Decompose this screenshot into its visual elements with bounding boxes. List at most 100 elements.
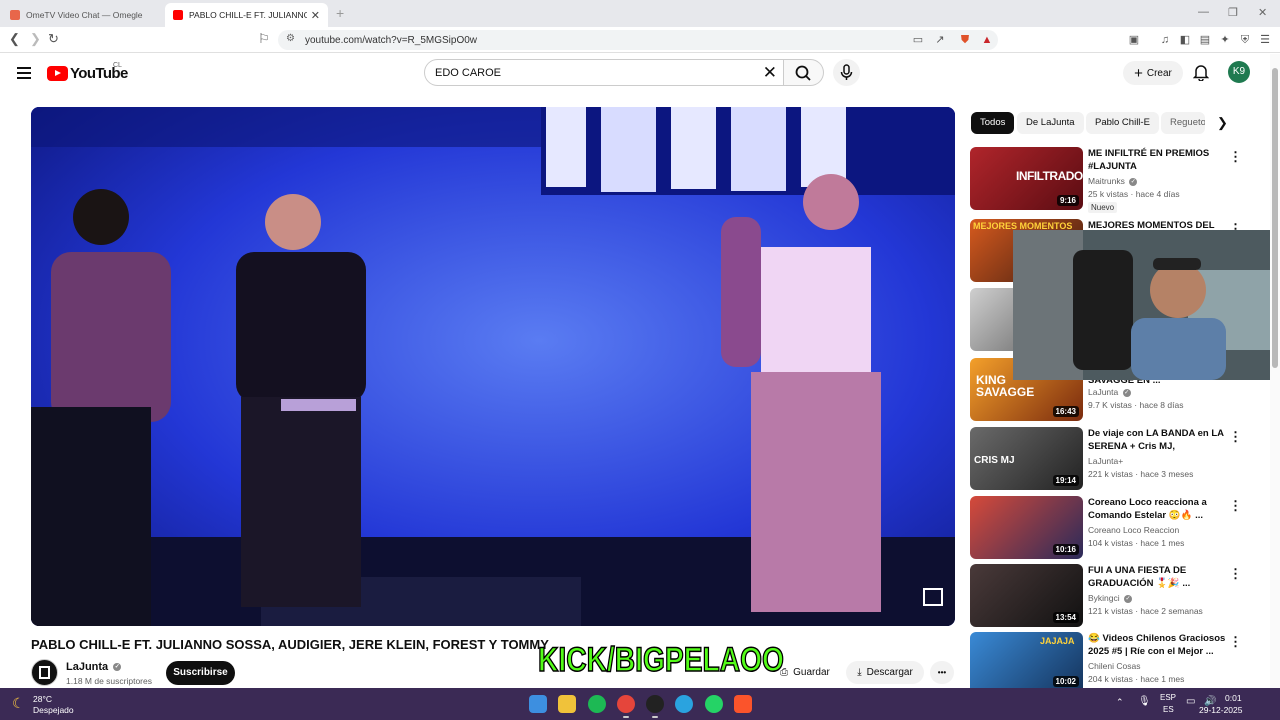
channel-name: Coreano Loco Reaccion (1088, 525, 1180, 535)
menu-icon[interactable]: ☰ (1258, 33, 1272, 47)
telegram-icon[interactable] (675, 695, 693, 713)
restore-icon[interactable]: ❐ (1228, 6, 1238, 19)
verified-icon: ✓ (113, 663, 122, 672)
cast-icon[interactable]: ▭ (911, 33, 925, 47)
file-explorer-icon[interactable] (558, 695, 576, 713)
close-tab-icon[interactable]: ✕ (311, 9, 320, 22)
video-player[interactable] (31, 107, 955, 626)
forward-icon[interactable]: ❯ (30, 31, 41, 47)
active-app-indicator (652, 716, 658, 718)
video-thumbnail: 13:54 (970, 564, 1083, 627)
share-icon[interactable]: ↗ (933, 33, 947, 47)
video-thumbnail: 10:16 (970, 496, 1083, 559)
weather-moon-icon[interactable]: ☾ (12, 695, 25, 712)
chip-de-lajunta[interactable]: De LaJunta (1017, 112, 1084, 134)
chrome-icon[interactable] (617, 695, 635, 713)
thumbnail-text: INFILTRADO (1016, 169, 1083, 183)
video-meta: 204 k vistas · hace 1 mes (1088, 674, 1185, 684)
verified-icon: ✓ (1122, 388, 1131, 397)
channel-name-text: LaJunta (1088, 387, 1119, 397)
guide-menu-icon[interactable] (17, 67, 31, 82)
chip-pablo-chill-e[interactable]: Pablo Chill-E (1086, 112, 1159, 134)
whatsapp-icon[interactable] (705, 695, 723, 713)
address-toolbar: ❮ ❯ ↻ ⚐ ⚙ youtube.com/watch?v=R_5MGSipO0… (0, 27, 1280, 53)
notifications-bell-icon[interactable] (1193, 64, 1209, 81)
youtube-masthead: YouTube CL EDO CAROE ✕ + Crear K9 (0, 54, 1270, 92)
scrollbar-thumb[interactable] (1272, 68, 1278, 368)
more-options-icon[interactable]: ⋮ (1229, 498, 1242, 514)
download-button[interactable]: ⤓ Descargar (846, 661, 924, 684)
wallet-icon[interactable]: ▤ (1198, 33, 1212, 47)
save-label: Guardar (793, 667, 830, 678)
chip-todos[interactable]: Todos (971, 112, 1015, 134)
vpn-icon[interactable]: ⛨ (1238, 33, 1252, 47)
input-language[interactable]: ESP (1160, 693, 1176, 702)
youtube-favicon-icon (173, 10, 183, 20)
chip-regueton[interactable]: Regueto (1161, 112, 1205, 134)
bookmark-icon[interactable]: ⚐ (258, 31, 270, 47)
kick-overlay-text: KICK/BIGPELAOO (538, 641, 784, 678)
clock-time[interactable]: 0:01 (1225, 693, 1242, 703)
new-tab-icon[interactable]: + (336, 5, 344, 21)
split-view-icon[interactable]: ◧ (1178, 33, 1192, 47)
recommended-video[interactable]: INFILTRADO 9:16 ME INFILTRÉ EN PREMIOS #… (970, 147, 1270, 213)
sidebar-panel-icon[interactable]: ▣ (1127, 33, 1141, 47)
more-options-icon[interactable]: ⋮ (1229, 634, 1242, 650)
more-actions-button[interactable]: ••• (930, 661, 954, 684)
leo-ai-icon[interactable]: ✦ (1218, 33, 1232, 47)
verified-icon: ✓ (1124, 594, 1133, 603)
more-options-icon[interactable]: ⋮ (1229, 149, 1242, 165)
keyboard-layout[interactable]: ES (1163, 705, 1174, 714)
clear-search-icon[interactable]: ✕ (763, 63, 777, 83)
spotify-icon[interactable] (588, 695, 606, 713)
microphone-tray-icon[interactable]: 🎙 (1138, 696, 1151, 707)
channel-name[interactable]: LaJunta ✓ (66, 661, 122, 673)
network-icon[interactable]: ▭ (1186, 696, 1195, 707)
weather-temperature: 28°C (33, 694, 52, 704)
new-badge: Nuevo (1088, 202, 1118, 213)
video-meta: 25 k vistas · hace 4 días (1088, 189, 1180, 199)
obs-icon[interactable] (646, 695, 664, 713)
brave-rewards-icon[interactable]: ▲ (980, 33, 994, 47)
create-button[interactable]: + Crear (1123, 61, 1183, 85)
voice-search-button[interactable] (833, 59, 860, 86)
clock-date[interactable]: 29-12-2025 (1199, 705, 1242, 715)
more-options-icon[interactable]: ⋮ (1229, 566, 1242, 582)
music-icon[interactable]: ♫ (1158, 33, 1172, 47)
brave-shield-icon[interactable]: ⛊ (958, 33, 972, 47)
search-input[interactable]: EDO CAROE ✕ (424, 59, 784, 86)
show-hidden-icons-icon[interactable]: ⌃ (1116, 697, 1124, 708)
recommended-video[interactable]: 10:16 Coreano Loco reacciona a Comando E… (970, 496, 1270, 560)
chip-next-icon[interactable]: ❯ (1217, 115, 1228, 131)
video-title: FUI A UNA FIESTA DE GRADUACIÓN 🎖️🎉 ... (1088, 565, 1191, 589)
reload-icon[interactable]: ↻ (48, 31, 59, 47)
lajunta-logo-icon (39, 666, 50, 679)
channel-name: LaJunta+ (1088, 456, 1124, 466)
webcam-overlay (1013, 230, 1280, 380)
plus-icon: + (1134, 64, 1143, 82)
tab-ometv[interactable]: OmeTV Video Chat — Omegle Rand (2, 3, 162, 27)
brave-browser-icon[interactable] (734, 695, 752, 713)
active-app-indicator (623, 716, 629, 718)
back-icon[interactable]: ❮ (9, 31, 20, 47)
start-windows-icon[interactable] (529, 695, 547, 713)
channel-name-text: Maitrunks (1088, 176, 1125, 186)
recommended-video[interactable]: 13:54 FUI A UNA FIESTA DE GRADUACIÓN 🎖️🎉… (970, 564, 1270, 628)
microphone-icon (840, 64, 853, 80)
close-window-icon[interactable]: ✕ (1258, 6, 1267, 19)
video-meta: 221 k vistas · hace 3 meses (1088, 469, 1194, 479)
search-button[interactable] (784, 59, 824, 86)
site-info-icon[interactable]: ⚙ (286, 33, 295, 44)
video-title: 😂 Videos Chilenos Graciosos 2025 #5 | Rí… (1088, 633, 1226, 657)
recommended-video[interactable]: CRIS MJ 19:14 De viaje con LA BANDA en L… (970, 427, 1270, 491)
channel-avatar[interactable] (31, 659, 58, 686)
minimize-icon[interactable]: — (1198, 6, 1209, 18)
more-options-icon[interactable]: ⋮ (1229, 429, 1242, 445)
subscribe-button[interactable]: Suscribirse (166, 661, 235, 685)
recommended-video[interactable]: JAJAJA 10:02 😂 Videos Chilenos Graciosos… (970, 632, 1270, 688)
account-avatar[interactable]: K9 (1228, 61, 1250, 83)
channel-name-text: Bykingci (1088, 593, 1120, 603)
webcam-feed (1013, 230, 1280, 380)
tab-youtube[interactable]: PABLO CHILL-E FT. JULIANNO S ✕ (165, 3, 328, 27)
youtube-play-icon (47, 66, 68, 81)
